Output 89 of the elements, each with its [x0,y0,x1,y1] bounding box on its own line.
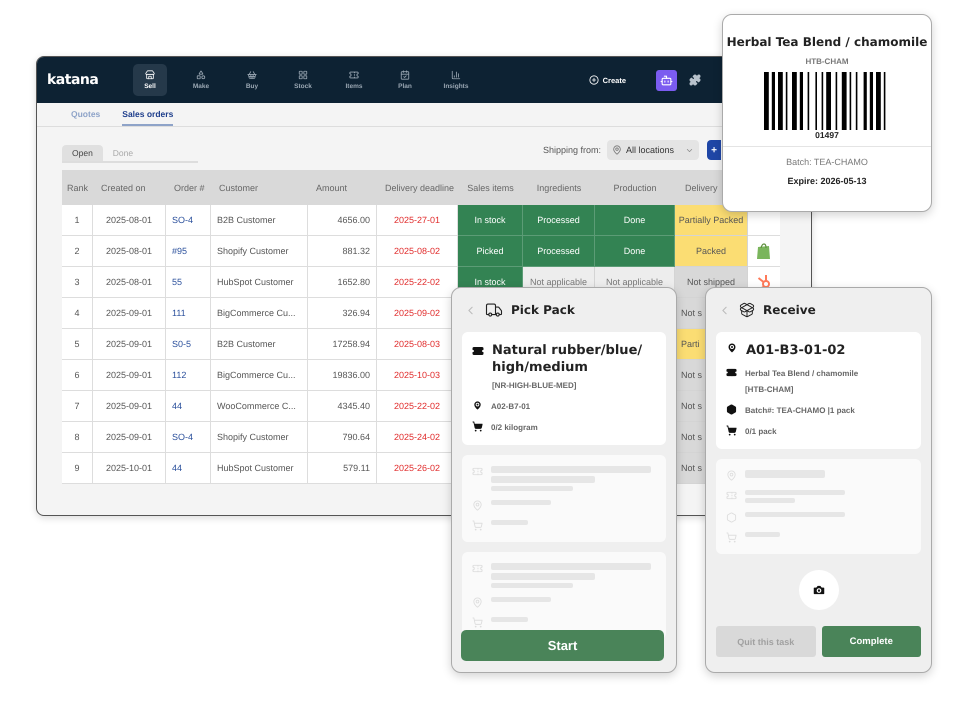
column-header: Ingredients [523,170,595,205]
table-cell: B2B Customer [211,329,308,360]
table-cell: 9 [62,453,93,484]
status-cell: In stock [458,205,523,236]
item-batch: Batch#: TEA-CHAMO |1 pack [745,405,855,417]
table-cell: 790.64 [308,422,377,453]
batch-text: Batch: TEA-CHAMO [786,157,868,167]
column-header: Delivery deadline [377,170,458,205]
table-cell: 579.11 [308,453,377,484]
shipping-label: Shipping from: [542,145,601,155]
table-cell: 4656.00 [308,205,377,236]
order-link[interactable]: SO-4 [166,422,211,453]
column-header: Amount [308,170,377,205]
item-quantity: 0/1 pack [745,426,777,438]
order-link[interactable]: SO-4 [166,205,211,236]
filter-tab[interactable]: Open [62,145,103,161]
table-cell: 326.94 [308,298,377,329]
table-cell: 8 [62,422,93,453]
table-cell: 2025-08-01 [93,236,166,267]
panel-title: Receive [763,303,816,317]
table-cell: 881.32 [308,236,377,267]
table-cell: 4 [62,298,93,329]
table-cell: BigCommerce Cu... [211,360,308,391]
panel-title: Pick Pack [511,303,575,317]
table-cell: 2 [62,236,93,267]
table-cell: 5 [62,329,93,360]
table-cell: 2025-09-01 [93,360,166,391]
column-header: Sales items [458,170,523,205]
item-location: A01-B3-01-02 [746,342,846,359]
table-cell: BigCommerce Cu... [211,298,308,329]
column-header: Order # [166,170,211,205]
column-header: Rank [62,170,93,205]
table-cell: 2025-09-01 [93,329,166,360]
table-cell: Shopify Customer [211,236,308,267]
column-header: Created on [93,170,166,205]
table-cell: 2025-09-01 [93,422,166,453]
table-cell: 2025-22-02 [377,267,458,298]
table-cell: 4345.40 [308,391,377,422]
expiry-text: Expire: 2026-05-13 [787,176,867,186]
barcode-number: 01497 [815,130,839,140]
item-quantity: 0/2 kilogram [491,422,538,434]
status-cell: Packed [675,236,748,267]
status-cell: Processed [523,205,595,236]
table-cell: 1 [62,205,93,236]
order-link[interactable]: S0-5 [166,329,211,360]
order-link[interactable]: #95 [166,236,211,267]
table-cell: 2025-09-01 [93,298,166,329]
location-dropdown[interactable]: All locations [607,140,699,160]
table-cell: 1652.80 [308,267,377,298]
table-cell: 6 [62,360,93,391]
table-cell: HubSpot Customer [211,453,308,484]
table-cell: 7 [62,391,93,422]
table-cell: 3 [62,267,93,298]
table-cell: 2025-27-01 [377,205,458,236]
status-cell: Picked [458,236,523,267]
subtab[interactable]: Sales orders [122,109,174,126]
table-cell: WooCommerce C... [211,391,308,422]
label-sku: HTB-CHAM [805,57,849,66]
table-cell: 2025-08-01 [93,205,166,236]
table-cell: 19836.00 [308,360,377,391]
add-button[interactable]: + [707,140,721,160]
status-cell: Partially Packed [675,205,748,236]
table-cell: B2B Customer [211,205,308,236]
item-sku: [HTB-CHAM] [745,384,794,396]
item-sku: [NR-HIGH-BLUE-MED] [492,380,578,392]
table-cell: 2025-10-01 [93,453,166,484]
order-link[interactable]: 112 [166,360,211,391]
order-link[interactable]: 111 [166,298,211,329]
complete-button[interactable]: Complete [822,626,921,657]
status-cell: Processed [523,236,595,267]
table-cell: 17258.94 [308,329,377,360]
status-cell: Done [595,205,675,236]
table-cell: 2025-08-02 [377,236,458,267]
start-button[interactable]: Start [461,630,664,661]
table-cell: HubSpot Customer [211,267,308,298]
column-header: Customer [211,170,308,205]
column-header: Production [595,170,675,205]
table-cell: 2025-08-01 [93,267,166,298]
order-link[interactable]: 44 [166,453,211,484]
table-cell: Shopify Customer [211,422,308,453]
app-logo: katana [47,72,100,88]
label-title: Herbal Tea Blend / chamomile [726,35,928,49]
status-cell: Done [595,236,675,267]
item-location: A02-B7-01 [491,401,530,413]
item-name: Herbal Tea Blend / chamomile [745,368,858,380]
item-name: Natural rubber/blue/high/medium [492,342,644,376]
table-cell: 2025-09-01 [93,391,166,422]
order-link[interactable]: 55 [166,267,211,298]
order-link[interactable]: 44 [166,391,211,422]
